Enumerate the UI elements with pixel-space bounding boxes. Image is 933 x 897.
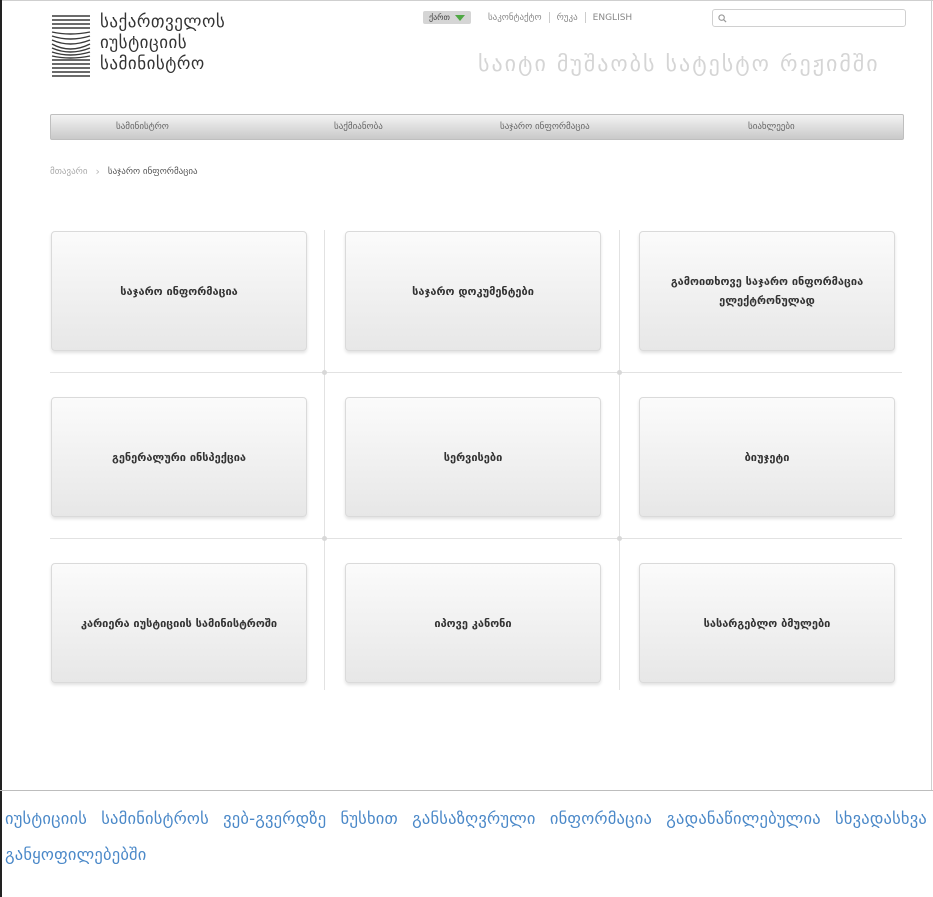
card-find-law[interactable]: იპოვე კანონი <box>345 563 601 683</box>
card-budget[interactable]: ბიუჯეტი <box>639 397 895 517</box>
chevron-down-icon <box>454 14 465 21</box>
grid-dot <box>322 370 327 375</box>
chevron-right-icon: › <box>95 165 100 178</box>
menu-item-activities[interactable]: საქმიანობა <box>334 115 383 139</box>
ministry-emblem-icon <box>51 15 91 77</box>
top-link-map[interactable]: რუკა <box>550 13 585 23</box>
figure-caption: იუსტიციის სამინისტროს ვებ-გვერდზე ნუსხით… <box>5 809 927 864</box>
card-label: კარიერა იუსტიციის სამინისტროში <box>80 616 278 630</box>
card-public-documents[interactable]: საჯარო დოკუმენტები <box>345 231 601 351</box>
ministry-logo[interactable]: საქართველოს იუსტიციის სამინისტრო <box>50 12 225 82</box>
frame-right-border <box>931 0 932 790</box>
card-general-inspection[interactable]: გენერალური ინსპექცია <box>51 397 307 517</box>
card-label: სასარგებლო ბმულები <box>703 616 831 630</box>
card-label: საჯარო დოკუმენტები <box>412 284 534 298</box>
caption-divider <box>0 790 933 791</box>
logo-line-1: საქართველოს <box>100 12 226 32</box>
top-link-english[interactable]: ENGLISH <box>586 13 640 23</box>
menu-item-public-info[interactable]: საჯარო ინფორმაცია <box>500 115 590 139</box>
grid-divider <box>50 372 902 373</box>
breadcrumb: მთავარი › საჯარო ინფორმაცია <box>50 165 198 178</box>
logo-text: საქართველოს იუსტიციის სამინისტრო <box>100 12 225 82</box>
menu-item-ministry[interactable]: სამინისტრო <box>116 115 169 139</box>
card-label: ბიუჯეტი <box>744 450 790 464</box>
card-career[interactable]: კარიერა იუსტიციის სამინისტროში <box>51 563 307 683</box>
card-public-information[interactable]: საჯარო ინფორმაცია <box>51 231 307 351</box>
main-menu: სამინისტრო საქმიანობა საჯარო ინფორმაცია … <box>50 114 904 140</box>
menu-item-news[interactable]: სიახლეები <box>748 115 795 139</box>
top-utility-nav: ქართ საკონტაქტო რუკა ENGLISH <box>423 11 639 24</box>
test-mode-tagline: საიტი მუშაობს სატესტო რეჟიმში <box>478 52 880 77</box>
search-input[interactable] <box>727 10 901 26</box>
card-label: გენერალური ინსპექცია <box>111 450 247 464</box>
card-useful-links[interactable]: სასარგებლო ბმულები <box>639 563 895 683</box>
logo-line-2: იუსტიციის <box>100 33 188 53</box>
search-icon <box>718 13 727 23</box>
language-selector[interactable]: ქართ <box>423 11 471 24</box>
grid-dot <box>617 370 622 375</box>
frame-left-border <box>0 0 2 897</box>
breadcrumb-home[interactable]: მთავარი <box>50 167 88 177</box>
grid-divider <box>619 230 620 690</box>
frame-top-border <box>0 0 933 1</box>
breadcrumb-current: საჯარო ინფორმაცია <box>107 166 198 177</box>
top-link-contact[interactable]: საკონტაქტო <box>481 13 549 23</box>
search-box[interactable] <box>712 9 906 27</box>
card-label: იპოვე კანონი <box>434 616 512 630</box>
card-request-info-electronically[interactable]: გამოითხოვე საჯარო ინფორმაცია ელექტრონულა… <box>639 231 895 351</box>
card-label: სერვისები <box>443 450 503 464</box>
grid-dot <box>617 536 622 541</box>
grid-dot <box>322 536 327 541</box>
card-label: გამოითხოვე საჯარო ინფორმაცია ელექტრონულა… <box>670 275 864 307</box>
card-services[interactable]: სერვისები <box>345 397 601 517</box>
grid-divider <box>324 230 325 690</box>
card-label: საჯარო ინფორმაცია <box>120 284 238 298</box>
grid-divider <box>50 538 902 539</box>
language-selected-label: ქართ <box>429 13 450 22</box>
logo-line-3: სამინისტრო <box>100 54 205 74</box>
